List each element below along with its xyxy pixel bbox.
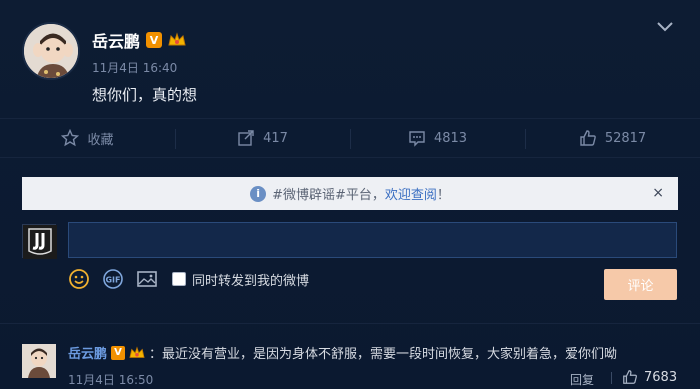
like-button[interactable]: 52817 xyxy=(525,119,700,157)
submit-comment-button[interactable]: 评论 xyxy=(604,269,677,300)
child-photo-icon xyxy=(22,344,56,378)
comment-author[interactable]: 岳云鹏 xyxy=(68,343,107,362)
comment-count: 4813 xyxy=(433,130,468,146)
repost-icon xyxy=(238,130,254,146)
image-icon[interactable] xyxy=(136,268,158,290)
verified-icon: V xyxy=(146,32,163,48)
divider xyxy=(0,323,700,324)
svg-text:GIF: GIF xyxy=(105,276,120,285)
juventus-logo-icon xyxy=(23,225,57,259)
emoji-icon[interactable] xyxy=(68,268,90,290)
post-author: 岳云鹏 V xyxy=(92,28,186,52)
comment-line: 岳云鹏 V ：最近没有营业，是因为身体不舒服，需要一段时间恢复，大家别着急，爱你… xyxy=(68,343,617,362)
compose-toolbar: GIF 同时转发到我的微博 xyxy=(68,268,309,290)
repost-option[interactable]: 同时转发到我的微博 xyxy=(172,270,309,289)
commenter-avatar[interactable] xyxy=(22,344,56,378)
info-icon: i xyxy=(250,185,267,202)
notice-suffix: ！ xyxy=(436,188,450,203)
weibo-post-page: 岳云鹏 V 11月4日 16:40 想你们，真的想 收藏 417 4813 52… xyxy=(0,0,700,389)
comment-like-button[interactable]: 7683 xyxy=(622,369,677,385)
gif-icon[interactable]: GIF xyxy=(102,268,124,290)
verified-icon: V xyxy=(111,345,126,360)
crown-icon xyxy=(129,345,145,358)
thumbs-up-icon xyxy=(580,130,596,146)
post-action-bar: 收藏 417 4813 52817 xyxy=(0,118,700,158)
repost-count: 417 xyxy=(263,130,288,146)
comment-time: 11月4日 16:50 xyxy=(68,373,154,387)
comment-input[interactable] xyxy=(68,222,677,258)
favorite-label: 收藏 xyxy=(87,132,114,148)
crown-icon xyxy=(168,32,186,46)
notice-link[interactable]: 欢迎查阅 xyxy=(385,184,437,203)
post-time[interactable]: 11月4日 16:40 xyxy=(92,59,177,76)
current-user-avatar xyxy=(22,224,57,259)
divider xyxy=(611,372,612,384)
star-icon xyxy=(61,129,80,147)
comment-text: ：最近没有营业，是因为身体不舒服，需要一段时间恢复，大家别着急，爱你们呦 xyxy=(149,347,618,362)
child-photo-icon xyxy=(24,24,78,78)
rumor-notice-banner: i #微博辟谣#平台， 欢迎查阅 ！ × xyxy=(22,177,678,210)
chevron-down-icon[interactable] xyxy=(656,20,674,34)
comment-icon xyxy=(409,131,425,147)
repost-label: 同时转发到我的微博 xyxy=(192,273,310,289)
notice-prefix: #微博辟谣#平台， xyxy=(272,188,385,203)
post-text: 想你们，真的想 xyxy=(92,86,198,104)
reply-button[interactable]: 回复 xyxy=(570,371,594,388)
author-name[interactable]: 岳云鹏 xyxy=(92,28,140,52)
comment-button[interactable]: 4813 xyxy=(350,119,525,157)
close-icon[interactable]: × xyxy=(652,185,664,201)
repost-checkbox[interactable] xyxy=(172,272,186,286)
like-count: 52817 xyxy=(604,130,647,146)
repost-button[interactable]: 417 xyxy=(175,119,350,157)
thumbs-up-icon xyxy=(623,370,637,384)
author-avatar[interactable] xyxy=(22,22,80,80)
comment-like-count: 7683 xyxy=(644,369,678,385)
favorite-button[interactable]: 收藏 xyxy=(0,119,175,157)
